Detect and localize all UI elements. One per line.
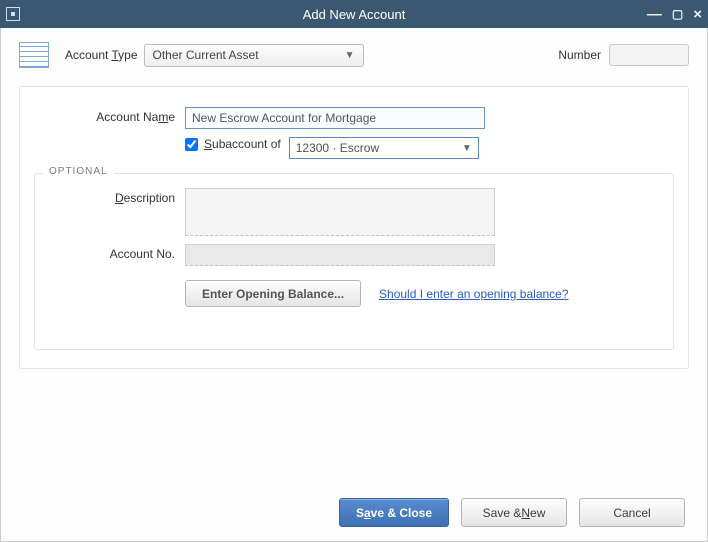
account-no-input[interactable] <box>185 244 495 266</box>
optional-group: OPTIONAL Description Account No. Enter O… <box>34 173 674 350</box>
chevron-down-icon: ▼ <box>462 143 472 154</box>
save-and-close-button[interactable]: Save & Close <box>339 498 449 527</box>
account-no-row: Account No. <box>45 244 663 266</box>
ledger-icon <box>19 42 49 68</box>
header-row: Account Type Other Current Asset ▼ Numbe… <box>19 42 689 68</box>
window-title: Add New Account <box>0 7 708 22</box>
minimize-icon[interactable]: — <box>647 7 662 22</box>
chevron-down-icon: ▼ <box>337 50 355 61</box>
account-type-label: Account Type <box>65 48 138 62</box>
account-type-value: Other Current Asset <box>153 48 259 62</box>
main-panel: Account Name Subaccount of 12300 · Escro… <box>19 86 689 369</box>
subaccount-row: Subaccount of 12300 · Escrow ▼ <box>20 137 688 159</box>
subaccount-select[interactable]: 12300 · Escrow ▼ <box>289 137 479 159</box>
dialog-footer: Save & Close Save & New Cancel <box>13 498 695 529</box>
cancel-button[interactable]: Cancel <box>579 498 685 527</box>
optional-legend: OPTIONAL <box>43 166 114 177</box>
account-name-row: Account Name <box>20 107 688 129</box>
opening-balance-help-link[interactable]: Should I enter an opening balance? <box>379 287 569 301</box>
save-and-new-button[interactable]: Save & New <box>461 498 567 527</box>
subaccount-checkbox-label[interactable]: Subaccount of <box>185 137 281 151</box>
description-row: Description <box>45 188 663 236</box>
dialog-content: Account Type Other Current Asset ▼ Numbe… <box>0 28 708 542</box>
subaccount-value: 12300 · Escrow <box>296 141 379 155</box>
number-input[interactable] <box>609 44 689 66</box>
account-type-select[interactable]: Other Current Asset ▼ <box>144 44 364 67</box>
subaccount-checkbox[interactable] <box>185 138 198 151</box>
title-bar: Add New Account — ▢ × <box>0 0 708 28</box>
subaccount-label-text: Subaccount of <box>204 137 281 151</box>
account-name-label: Account Name <box>20 107 185 124</box>
description-label: Description <box>45 188 185 205</box>
account-no-label: Account No. <box>45 244 185 261</box>
close-icon[interactable]: × <box>693 7 702 22</box>
account-name-input[interactable] <box>185 107 485 129</box>
number-label: Number <box>558 48 601 62</box>
description-input[interactable] <box>185 188 495 236</box>
opening-balance-row: Enter Opening Balance... Should I enter … <box>45 280 663 307</box>
window-controls: — ▢ × <box>647 7 702 22</box>
maximize-icon[interactable]: ▢ <box>672 8 683 20</box>
enter-opening-balance-button[interactable]: Enter Opening Balance... <box>185 280 361 307</box>
